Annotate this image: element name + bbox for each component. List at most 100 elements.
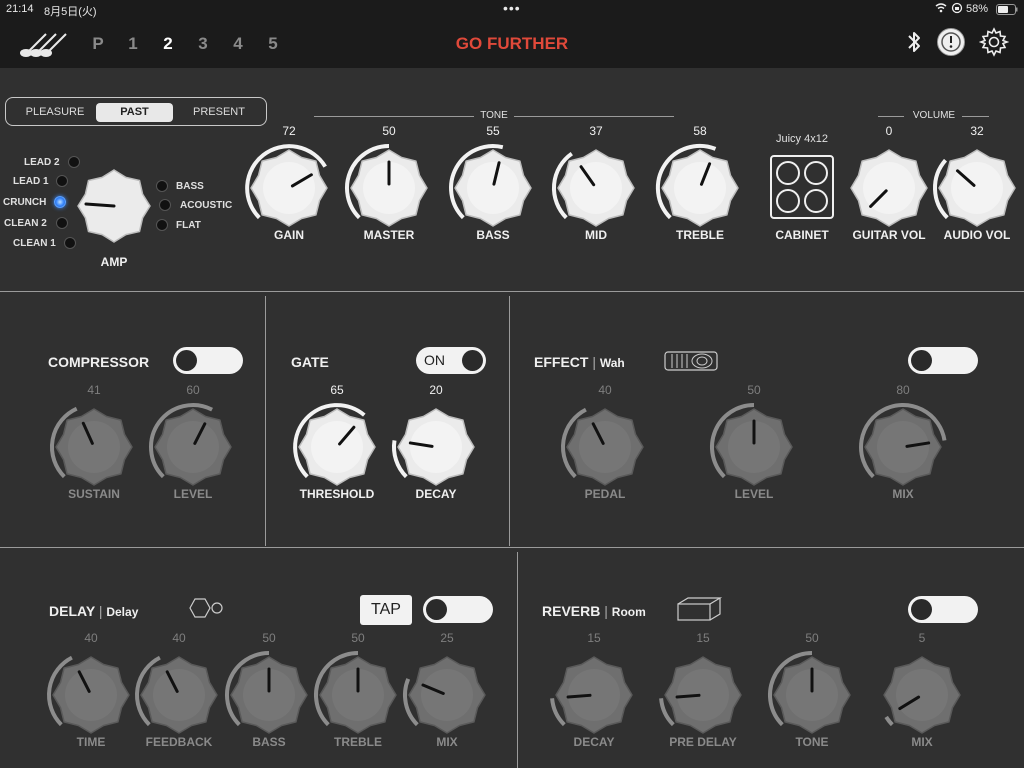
- amp-type-acoustic[interactable]: ACOUSTIC: [180, 200, 232, 211]
- mode-past[interactable]: PAST: [96, 103, 173, 122]
- delay-feedback-knob[interactable]: [129, 645, 229, 745]
- mode-pleasure[interactable]: PLEASURE: [10, 103, 100, 122]
- tone-line-left: [314, 116, 474, 117]
- status-date: 8月5日(火): [44, 6, 97, 18]
- cabinet-name: Juicy 4x12: [776, 133, 828, 145]
- effect-type[interactable]: Wah: [600, 356, 625, 370]
- led-bass[interactable]: [156, 180, 168, 192]
- amp-type-bass[interactable]: BASS: [176, 181, 204, 192]
- delay-type[interactable]: Delay: [106, 605, 138, 619]
- effect-pedal-value: 40: [598, 383, 612, 397]
- amp-label: AMP: [100, 255, 128, 269]
- reverb-mix-knob[interactable]: [872, 645, 972, 745]
- led-clean2[interactable]: [56, 217, 68, 229]
- tone-group-label: TONE: [480, 110, 508, 121]
- amp-master-knob[interactable]: [339, 138, 439, 238]
- delay-treble-value: 50: [351, 631, 365, 645]
- orientation-lock-icon: [951, 2, 963, 17]
- amp-master-value: 50: [382, 124, 396, 138]
- gate-decay-value: 20: [429, 383, 443, 397]
- battery-icon: [996, 4, 1018, 18]
- tone-line-right: [514, 116, 674, 117]
- amp-gain-knob[interactable]: [239, 138, 339, 238]
- preset-3[interactable]: 3: [195, 34, 211, 54]
- gear-icon[interactable]: [978, 27, 1010, 62]
- reverb-decay-label: DECAY: [573, 735, 615, 749]
- amp-audio-vol-knob[interactable]: [927, 138, 1024, 238]
- reverb-mix-label: MIX: [911, 735, 933, 749]
- amp-guitar-vol-knob[interactable]: [839, 138, 939, 238]
- compressor-level-knob[interactable]: [143, 397, 243, 497]
- preset-p[interactable]: P: [90, 34, 106, 54]
- gate-decay-knob[interactable]: [386, 397, 486, 497]
- preset-4[interactable]: 4: [230, 34, 246, 54]
- cabinet-icon[interactable]: [770, 155, 834, 219]
- effect-level-value: 50: [747, 383, 761, 397]
- amp-gain-label: GAIN: [274, 228, 304, 242]
- preset-2[interactable]: 2: [160, 34, 176, 54]
- led-flat[interactable]: [156, 219, 168, 231]
- status-time: 21:14: [6, 3, 34, 15]
- amp-type-clean2[interactable]: CLEAN 2: [4, 218, 47, 229]
- delay-time-value: 40: [84, 631, 98, 645]
- amp-type-selector-knob[interactable]: [74, 166, 154, 246]
- amp-type-lead1[interactable]: LEAD 1: [13, 176, 49, 187]
- effect-level-label: LEVEL: [734, 487, 774, 501]
- multitask-dots-icon[interactable]: •••: [503, 0, 521, 16]
- delay-mix-knob[interactable]: [397, 645, 497, 745]
- amp-bass-knob[interactable]: [443, 138, 543, 238]
- amp-treble-knob[interactable]: [650, 138, 750, 238]
- preset-1[interactable]: 1: [125, 34, 141, 54]
- delay-time-knob[interactable]: [41, 645, 141, 745]
- tap-button[interactable]: TAP: [360, 595, 412, 625]
- reverb-tone-knob[interactable]: [762, 645, 862, 745]
- amp-mid-knob[interactable]: [546, 138, 646, 238]
- led-crunch[interactable]: [54, 196, 66, 208]
- amp-mode-segment: PLEASURE PAST PRESENT: [5, 97, 267, 126]
- divider-fx: [0, 547, 1024, 548]
- effect-pedal-knob[interactable]: [555, 397, 655, 497]
- reverb-title: REVERB: [542, 603, 601, 619]
- amp-mid-label: MID: [585, 228, 607, 242]
- mode-present[interactable]: PRESENT: [176, 103, 262, 122]
- led-lead1[interactable]: [56, 175, 68, 187]
- wifi-icon: [935, 2, 947, 17]
- guitar-logo-icon[interactable]: [18, 30, 68, 65]
- compressor-level-label: LEVEL: [173, 487, 213, 501]
- amp-master-label: MASTER: [363, 228, 415, 242]
- effect-toggle[interactable]: [908, 347, 978, 374]
- tuner-icon[interactable]: [936, 27, 966, 62]
- volume-group-label: VOLUME: [912, 110, 956, 121]
- compressor-toggle[interactable]: [173, 347, 243, 374]
- delay-type-icon[interactable]: [187, 596, 225, 625]
- effect-mix-knob[interactable]: [853, 397, 953, 497]
- compressor-sustain-knob[interactable]: [44, 397, 144, 497]
- amp-gain-value: 72: [282, 124, 296, 138]
- preset-5[interactable]: 5: [265, 34, 281, 54]
- amp-bass-label: BASS: [476, 228, 510, 242]
- effect-level-knob[interactable]: [704, 397, 804, 497]
- bluetooth-icon[interactable]: [906, 30, 922, 59]
- delay-toggle[interactable]: [423, 596, 493, 623]
- led-acoustic[interactable]: [159, 199, 171, 211]
- amp-type-lead2[interactable]: LEAD 2: [24, 157, 60, 168]
- amp-type-crunch[interactable]: CRUNCH: [3, 197, 46, 208]
- room-icon[interactable]: [676, 596, 723, 627]
- delay-bass-knob[interactable]: [219, 645, 319, 745]
- reverb-mix-value: 5: [918, 631, 926, 645]
- reverb-pre-delay-knob[interactable]: [653, 645, 753, 745]
- delay-title-row: DELAY | Delay: [49, 603, 139, 619]
- delay-treble-knob[interactable]: [308, 645, 408, 745]
- reverb-toggle[interactable]: [908, 596, 978, 623]
- reverb-type[interactable]: Room: [612, 605, 646, 619]
- gate-toggle[interactable]: ON: [416, 347, 486, 374]
- amp-type-clean1[interactable]: CLEAN 1: [13, 238, 56, 249]
- reverb-decay-knob[interactable]: [544, 645, 644, 745]
- amp-type-flat[interactable]: FLAT: [176, 220, 201, 231]
- delay-bass-value: 50: [262, 631, 276, 645]
- wah-pedal-icon[interactable]: [664, 349, 718, 378]
- gate-threshold-knob[interactable]: [287, 397, 387, 497]
- compressor-sustain-label: SUSTAIN: [68, 487, 120, 501]
- preset-title[interactable]: GO FURTHER: [412, 34, 612, 54]
- volume-line-left: [878, 116, 904, 117]
